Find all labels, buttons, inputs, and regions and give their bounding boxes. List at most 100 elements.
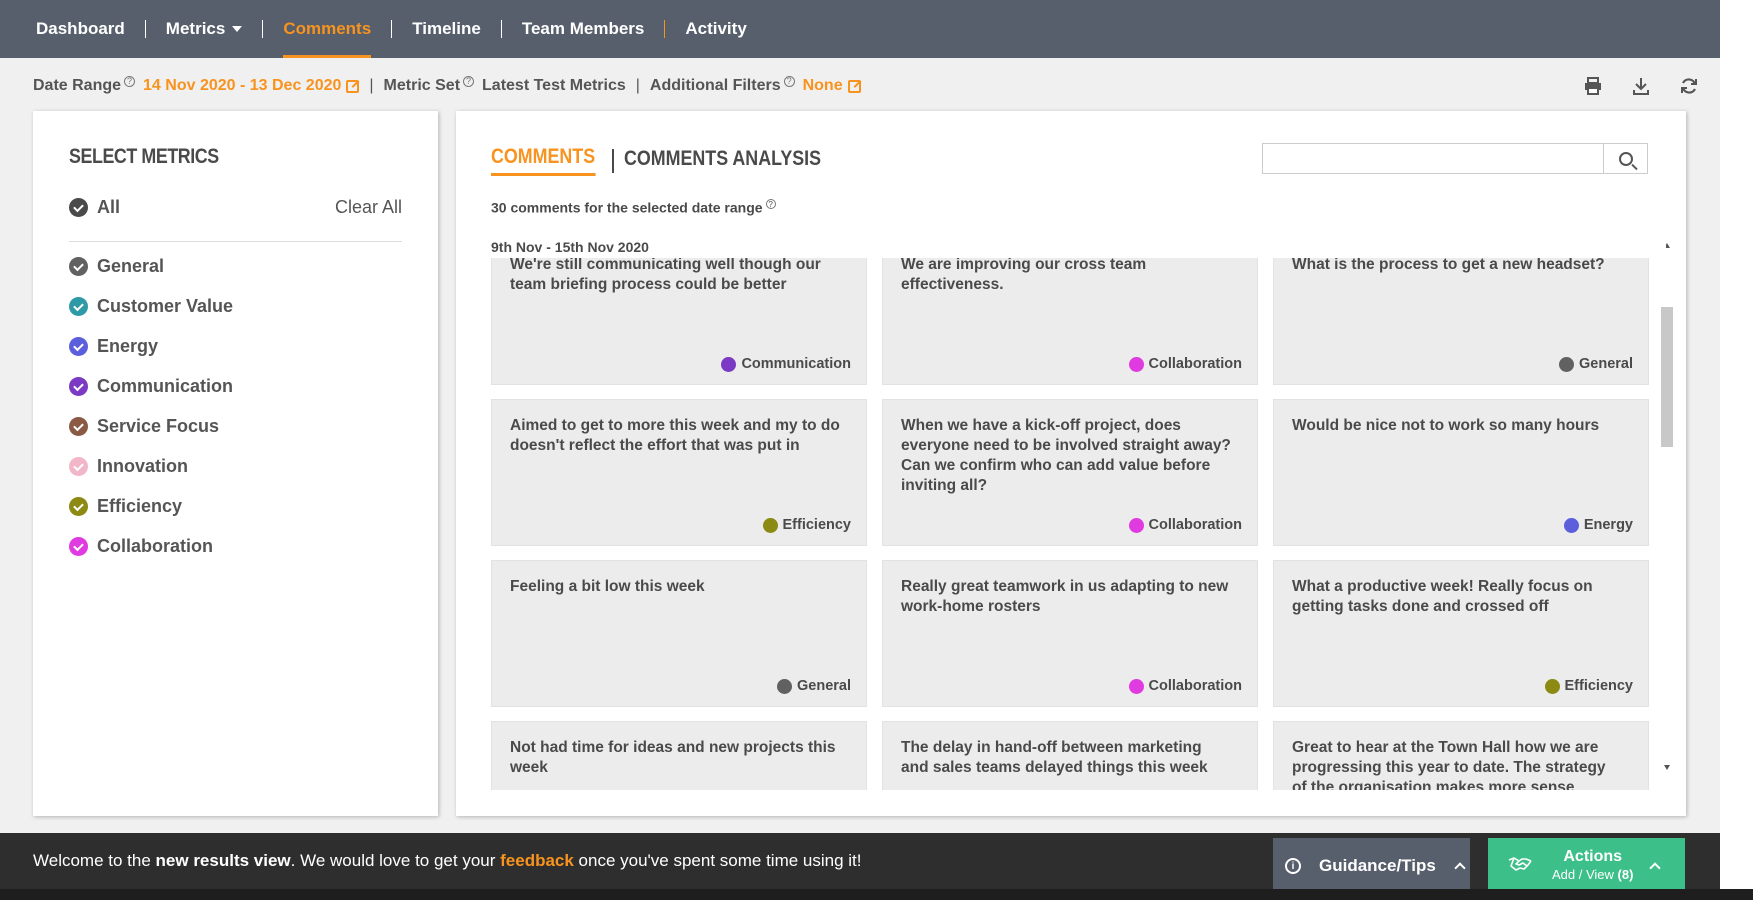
date-range-value[interactable]: 14 Nov 2020 - 13 Dec 2020: [143, 77, 341, 95]
nav-team-members[interactable]: Team Members: [502, 0, 665, 58]
metric-dot-icon: [1128, 517, 1144, 533]
guidance-tips-button[interactable]: i Guidance/Tips: [1273, 838, 1470, 894]
metric-dot-icon: [1544, 678, 1560, 694]
comment-card[interactable]: Would be nice not to work so many hours E…: [1273, 399, 1649, 546]
comment-tag: General: [1559, 356, 1633, 372]
comment-tag: Communication: [721, 356, 851, 372]
actions-title: Actions: [1563, 848, 1623, 865]
comment-tag: Collaboration: [1128, 517, 1242, 533]
print-icon[interactable]: [1581, 74, 1605, 98]
comments-scroll-area[interactable]: We're still communicating well though ou…: [491, 257, 1656, 790]
help-icon[interactable]: ?: [124, 75, 136, 87]
metric-set-value: Latest Test Metrics: [482, 77, 626, 94]
comment-card[interactable]: What is the process to get a new headset…: [1273, 257, 1649, 385]
metric-item[interactable]: Customer Value: [69, 296, 233, 317]
comment-count-text: 30 comments for the selected date range: [491, 199, 763, 216]
comment-tag-label: Collaboration: [1148, 356, 1242, 372]
comment-card[interactable]: Really great teamwork in us adapting to …: [882, 560, 1258, 707]
metric-dot-icon: [1128, 678, 1144, 694]
metric-all[interactable]: All: [69, 197, 120, 218]
nav-activity[interactable]: Activity: [665, 0, 766, 58]
metric-dot-icon: [762, 517, 778, 533]
feedback-link[interactable]: feedback: [500, 851, 574, 870]
metric-item[interactable]: Collaboration: [69, 536, 213, 557]
search-input[interactable]: [1263, 144, 1603, 173]
metric-dot-icon: [1563, 517, 1579, 533]
metric-label: All: [97, 197, 121, 217]
additional-filters-value[interactable]: None: [803, 77, 843, 95]
comment-card[interactable]: What a productive week! Really focus on …: [1273, 560, 1649, 707]
edit-icon[interactable]: [346, 79, 360, 93]
welcome-text: once you've spent some time using it!: [573, 851, 862, 870]
clear-all-button[interactable]: Clear All: [335, 197, 402, 218]
comment-tag: General: [777, 678, 851, 694]
comment-card[interactable]: Great to hear at the Town Hall how we ar…: [1273, 721, 1649, 790]
comment-tabs: Comments Comments Analysis: [491, 145, 855, 176]
check-icon: [69, 537, 88, 556]
comment-tag: Collaboration: [1128, 678, 1242, 694]
top-navigation: Dashboard Metrics Comments Timeline Team…: [0, 0, 1720, 58]
search-button[interactable]: [1603, 144, 1647, 173]
caret-down-icon: [232, 26, 243, 32]
nav-dashboard[interactable]: Dashboard: [36, 0, 145, 58]
metric-set-label: Metric Set: [383, 77, 461, 94]
download-icon[interactable]: [1629, 74, 1653, 98]
metric-label: Efficiency: [97, 496, 183, 516]
scroll-down-icon[interactable]: [1664, 765, 1670, 770]
comment-card[interactable]: We are improving our cross team effectiv…: [882, 257, 1258, 385]
metric-item[interactable]: Efficiency: [69, 496, 182, 517]
comment-text: Really great teamwork in us adapting to …: [901, 578, 1229, 615]
toolbar: [1581, 74, 1701, 98]
comment-tag-label: Communication: [741, 356, 851, 372]
metric-item[interactable]: Communication: [69, 376, 233, 397]
comment-tag: Efficiency: [1544, 678, 1633, 694]
tab-comments-analysis[interactable]: Comments Analysis: [624, 147, 821, 175]
comment-card[interactable]: When we have a kick-off project, does ev…: [882, 399, 1258, 546]
help-icon[interactable]: ?: [463, 75, 475, 87]
actions-text: Actions Add / View (8): [1552, 848, 1633, 884]
actions-button[interactable]: Actions Add / View (8): [1488, 838, 1685, 894]
comment-card[interactable]: Aimed to get to more this week and my to…: [491, 399, 867, 546]
scrollbar[interactable]: [1660, 239, 1674, 774]
tab-separator: [611, 148, 614, 173]
welcome-text: . We would love to get your: [290, 851, 501, 870]
filter-separator: |: [635, 77, 640, 94]
panel-title: Select Metrics: [69, 145, 219, 168]
metric-item[interactable]: General: [69, 256, 164, 277]
comment-text: Not had time for ideas and new projects …: [510, 739, 836, 776]
scrollbar-thumb[interactable]: [1661, 307, 1673, 447]
comment-tag-label: Energy: [1583, 517, 1633, 533]
nav-comments[interactable]: Comments: [263, 0, 391, 58]
metric-item[interactable]: Energy: [69, 336, 158, 357]
edit-icon[interactable]: [847, 79, 861, 93]
refresh-icon[interactable]: [1677, 74, 1701, 98]
comment-tag: Collaboration: [1128, 356, 1242, 372]
help-icon[interactable]: ?: [783, 75, 795, 87]
tab-comments[interactable]: Comments: [491, 145, 596, 176]
metric-item[interactable]: Service Focus: [69, 416, 219, 437]
week-label: 9th Nov - 15th Nov 2020: [491, 239, 1666, 258]
nav-timeline[interactable]: Timeline: [392, 0, 501, 58]
comment-tag-label: Collaboration: [1148, 678, 1242, 694]
help-icon[interactable]: ?: [765, 199, 776, 209]
comment-card[interactable]: The delay in hand-off between marketing …: [882, 721, 1258, 790]
comment-count: 30 comments for the selected date range?: [491, 199, 776, 216]
nav-metrics[interactable]: Metrics: [146, 0, 263, 58]
chevron-up-icon: [1649, 862, 1662, 874]
check-icon: [69, 457, 88, 476]
comment-text: Feeling a bit low this week: [510, 578, 705, 595]
actions-count: (8): [1617, 867, 1634, 882]
comment-card[interactable]: Feeling a bit low this week General: [491, 560, 867, 707]
comment-card[interactable]: Not had time for ideas and new projects …: [491, 721, 867, 790]
metric-item[interactable]: Innovation: [69, 456, 188, 477]
comment-text: The delay in hand-off between marketing …: [901, 739, 1208, 776]
comment-text: We're still communicating well though ou…: [510, 257, 821, 293]
nav-metrics-label: Metrics: [165, 19, 226, 38]
bottom-bar: Welcome to the new results view. We woul…: [0, 833, 1720, 894]
comment-tag-label: Collaboration: [1148, 517, 1242, 533]
actions-sub: Add / View (8): [1552, 867, 1633, 882]
metric-dot-icon: [721, 356, 737, 372]
comment-card[interactable]: We're still communicating well though ou…: [491, 257, 867, 385]
metric-dot-icon: [1559, 356, 1574, 372]
search-icon: [1618, 151, 1633, 166]
